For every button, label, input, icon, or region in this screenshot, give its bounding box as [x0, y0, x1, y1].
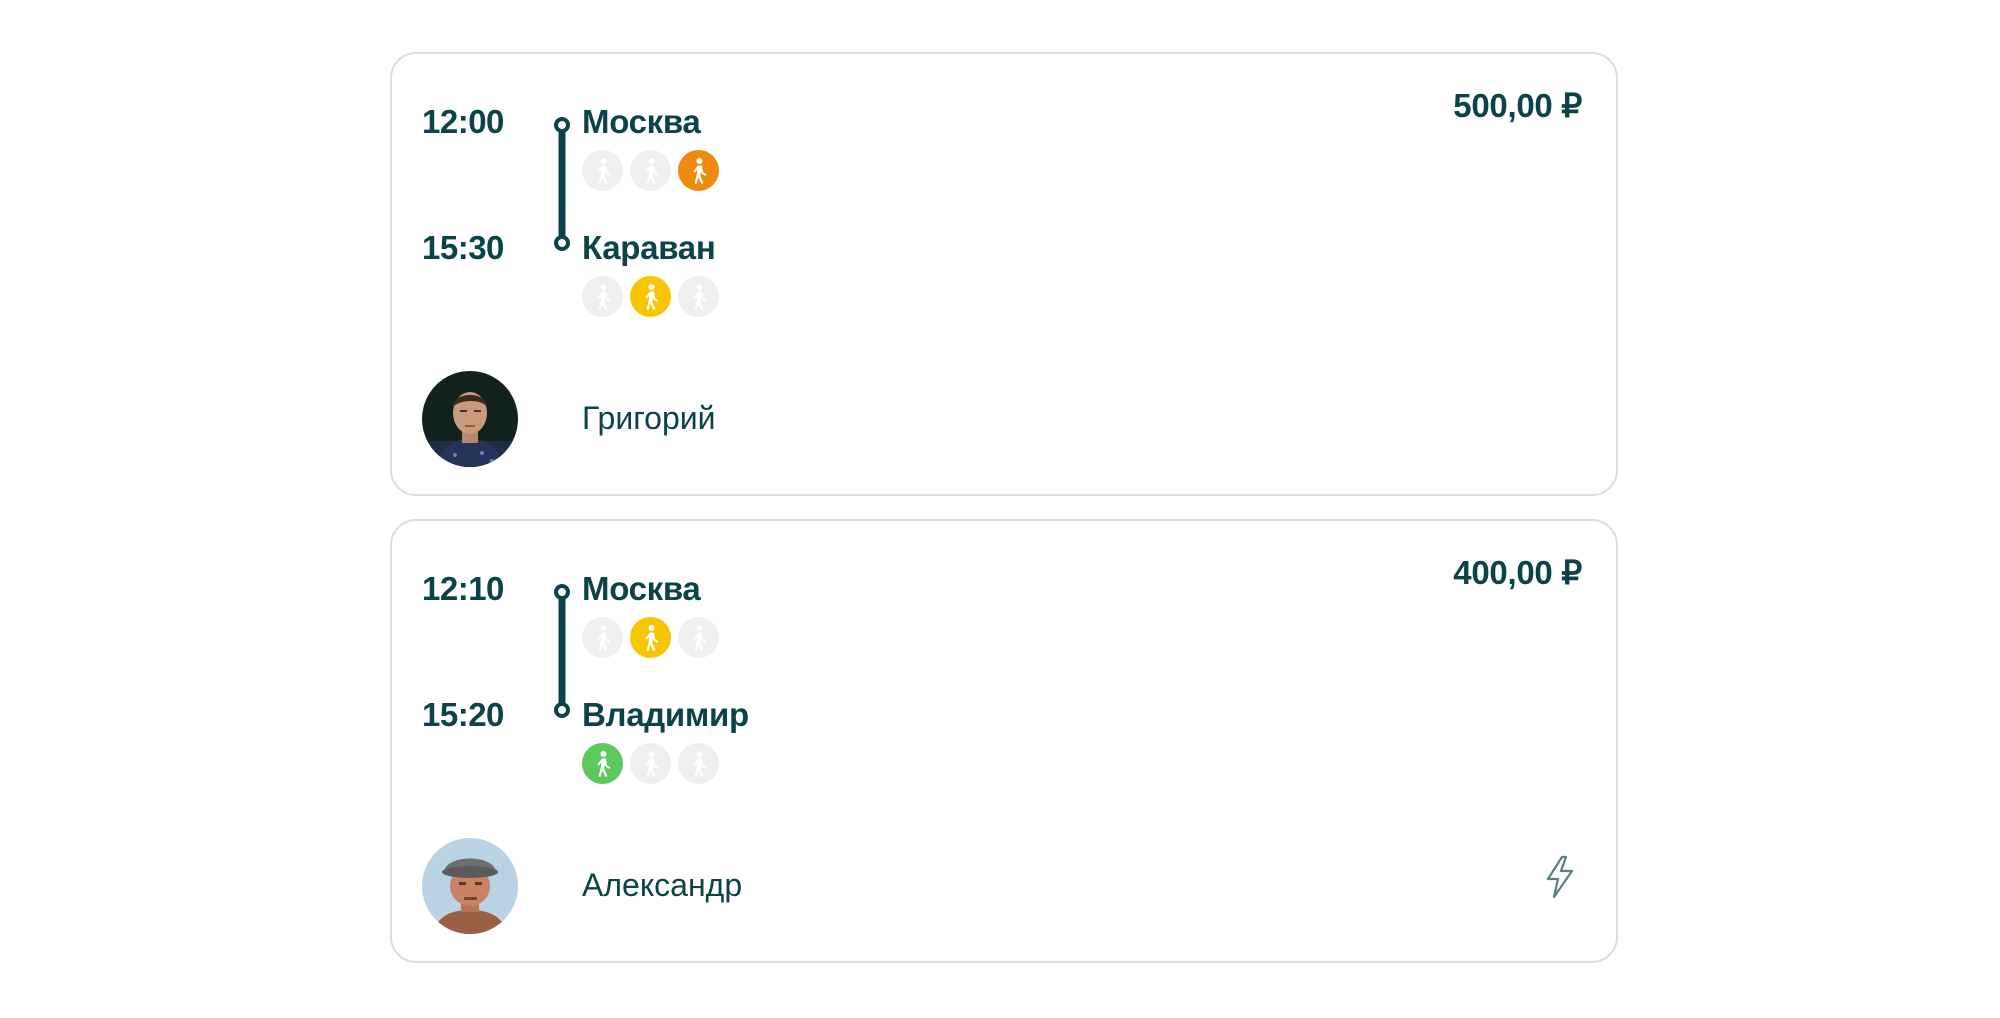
seat-icon	[582, 150, 623, 191]
lightning-icon	[1540, 855, 1580, 899]
seat-icon	[678, 150, 719, 191]
departure-city: Москва	[582, 103, 701, 140]
arrival-city: Владимир	[582, 696, 749, 733]
trip-price: 500,00 ₽	[1453, 87, 1582, 124]
trip-card[interactable]: 12:00 15:30 Москва Караван 500,00 ₽ Григ…	[390, 52, 1618, 496]
route-line	[552, 584, 580, 718]
departure-city: Москва	[582, 570, 701, 607]
seat-icon	[630, 150, 671, 191]
seat-icon	[582, 617, 623, 658]
seat-icon	[630, 276, 671, 317]
seat-icon	[582, 276, 623, 317]
driver-name: Александр	[582, 867, 743, 903]
driver-name: Григорий	[582, 400, 716, 436]
driver-avatar[interactable]	[422, 371, 518, 467]
seat-icon	[678, 743, 719, 784]
seat-icon	[582, 743, 623, 784]
departure-seats	[582, 150, 719, 191]
arrival-seats	[582, 276, 719, 317]
seat-icon	[630, 743, 671, 784]
route-line	[552, 117, 580, 251]
seat-icon	[678, 276, 719, 317]
seat-icon	[678, 617, 719, 658]
seat-icon	[630, 617, 671, 658]
trip-price: 400,00 ₽	[1453, 554, 1582, 591]
trip-card[interactable]: 12:10 15:20 Москва Владимир 400,00 ₽ Але…	[390, 519, 1618, 963]
arrival-city: Караван	[582, 229, 716, 266]
departure-time: 12:10	[422, 570, 504, 607]
departure-seats	[582, 617, 719, 658]
arrival-time: 15:30	[422, 229, 504, 266]
departure-time: 12:00	[422, 103, 504, 140]
arrival-time: 15:20	[422, 696, 504, 733]
arrival-seats	[582, 743, 719, 784]
driver-avatar[interactable]	[422, 838, 518, 934]
